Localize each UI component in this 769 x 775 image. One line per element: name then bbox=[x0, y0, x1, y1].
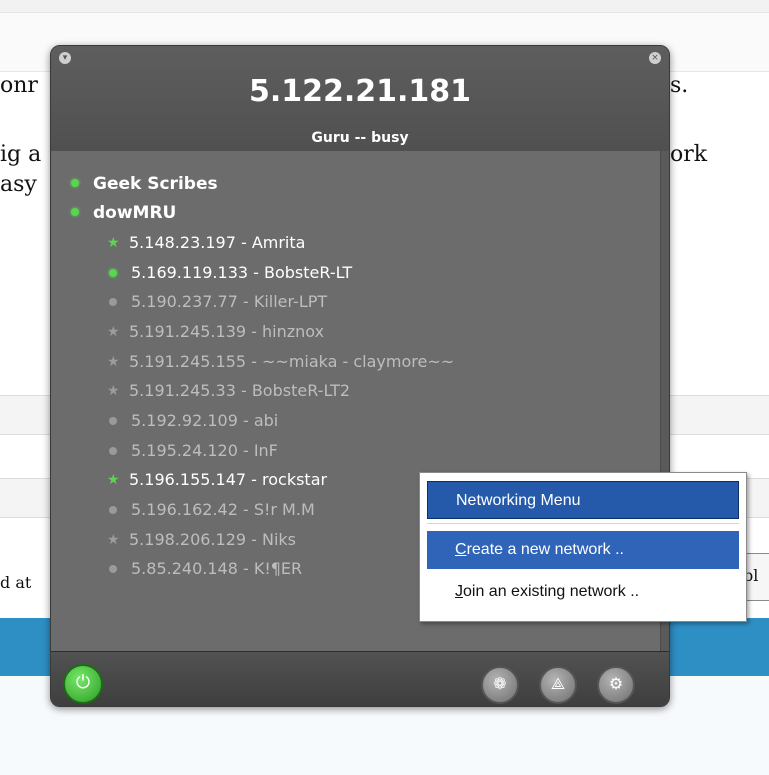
peer-label: 5.191.245.139 - hinznox bbox=[129, 322, 325, 341]
gear-icon[interactable]: ⚙ bbox=[597, 666, 635, 704]
green-dot-icon bbox=[71, 208, 79, 216]
star-icon: ★ bbox=[107, 353, 120, 370]
paw-icon[interactable]: ❁ bbox=[481, 666, 519, 704]
network-icon[interactable]: ⟁ bbox=[539, 666, 577, 704]
peer-label: 5.196.155.147 - rockstar bbox=[129, 470, 328, 489]
network-item-dowmru[interactable]: dowMRU bbox=[71, 199, 176, 227]
peer-item[interactable]: ★ 5.196.155.147 - rockstar bbox=[107, 466, 327, 494]
peer-item[interactable]: ★ 5.191.245.155 - ~~miaka - claymore~~ bbox=[107, 348, 454, 376]
star-icon: ★ bbox=[107, 382, 120, 399]
grey-dot-icon bbox=[109, 446, 117, 455]
star-icon: ★ bbox=[107, 323, 120, 340]
peer-label: 5.198.206.129 - Niks bbox=[129, 530, 297, 549]
peer-label: 5.195.24.120 - InF bbox=[131, 441, 278, 460]
grey-dot-icon bbox=[109, 416, 117, 425]
peer-item[interactable]: ★ 5.191.245.139 - hinznox bbox=[107, 318, 324, 346]
menu-title: Networking Menu bbox=[427, 481, 739, 519]
peer-item[interactable]: 5.196.162.42 - S!r M.M bbox=[109, 496, 315, 524]
peer-item[interactable]: 5.195.24.120 - InF bbox=[109, 437, 278, 465]
page-text-line-5: asy bbox=[0, 172, 37, 197]
peer-label: 5.191.245.155 - ~~miaka - claymore~~ bbox=[129, 352, 455, 371]
minimize-icon[interactable]: ▾ bbox=[59, 52, 71, 64]
peer-item[interactable]: ★ 5.148.23.197 - Amrita bbox=[107, 229, 305, 257]
peer-label: 5.192.92.109 - abi bbox=[131, 411, 279, 430]
peer-label: 5.191.245.33 - BobsteR-LT2 bbox=[129, 381, 351, 400]
page-text-line-6: d at bbox=[0, 573, 32, 592]
peer-label: 5.148.23.197 - Amrita bbox=[129, 233, 306, 252]
power-icon[interactable]: ⏻ bbox=[63, 664, 103, 704]
page-text-line-4: ork bbox=[670, 142, 708, 167]
peer-label: 5.85.240.148 - K!¶ER bbox=[131, 559, 303, 578]
network-name: Geek Scribes bbox=[93, 174, 218, 194]
close-icon[interactable]: × bbox=[649, 52, 661, 64]
user-status[interactable]: Guru -- busy bbox=[51, 130, 669, 146]
network-name: dowMRU bbox=[93, 203, 177, 223]
menu-separator bbox=[427, 523, 739, 524]
grey-dot-icon bbox=[109, 505, 117, 514]
networking-context-menu: Networking Menu Create a new network .. … bbox=[419, 472, 747, 622]
peer-item[interactable]: ★ 5.191.245.33 - BobsteR-LT2 bbox=[107, 377, 350, 405]
menu-item-join-network[interactable]: Join an existing network .. bbox=[427, 573, 739, 611]
peer-label: 5.196.162.42 - S!r M.M bbox=[131, 500, 315, 519]
peer-item[interactable]: 5.169.119.133 - BobsteR-LT bbox=[109, 259, 352, 287]
page-text-line-2: s. bbox=[670, 73, 689, 98]
peer-item[interactable]: ★ 5.198.206.129 - Niks bbox=[107, 526, 296, 554]
star-icon: ★ bbox=[107, 471, 120, 488]
peer-label: 5.169.119.133 - BobsteR-LT bbox=[131, 263, 353, 282]
page-text-line-3: ig a bbox=[0, 142, 42, 167]
page-top-bar bbox=[0, 0, 769, 12]
star-icon: ★ bbox=[107, 531, 120, 548]
peer-item[interactable]: 5.85.240.148 - K!¶ER bbox=[109, 555, 302, 583]
peer-label: 5.190.237.77 - Killer-LPT bbox=[131, 292, 328, 311]
menu-item-create-network[interactable]: Create a new network .. bbox=[427, 531, 739, 569]
page-text-line-1: onr bbox=[0, 73, 38, 98]
grey-dot-icon bbox=[109, 297, 117, 306]
grey-dot-icon bbox=[109, 564, 117, 573]
peer-item[interactable]: 5.192.92.109 - abi bbox=[109, 407, 278, 435]
star-icon: ★ bbox=[107, 234, 120, 251]
peer-item[interactable]: 5.190.237.77 - Killer-LPT bbox=[109, 288, 327, 316]
green-dot-icon bbox=[71, 179, 79, 187]
green-dot-icon bbox=[109, 268, 117, 277]
ip-address: 5.122.21.181 bbox=[248, 74, 472, 109]
network-item-geek-scribes[interactable]: Geek Scribes bbox=[71, 170, 218, 198]
